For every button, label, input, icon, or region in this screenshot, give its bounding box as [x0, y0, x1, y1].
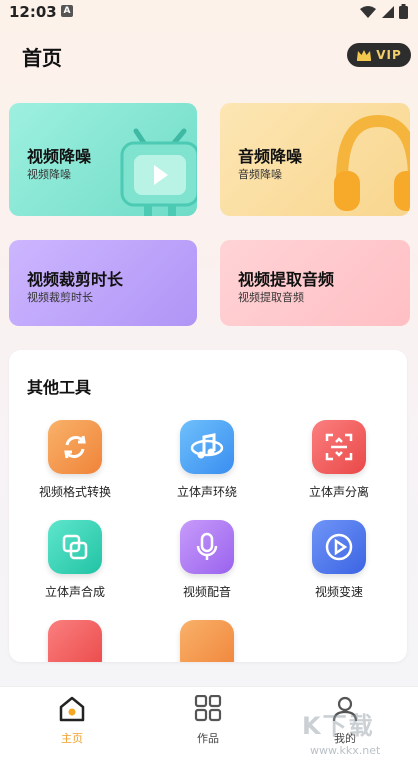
tv-icon — [120, 128, 197, 216]
video-trim-card[interactable]: 视频裁剪时长 视频裁剪时长 — [9, 240, 197, 326]
card-subtitle: 视频裁剪时长 — [27, 291, 93, 304]
watermark-url: www.kkx.net — [310, 744, 381, 757]
tool-partial-1[interactable] — [25, 620, 125, 662]
tool-label: 视频格式转换 — [38, 485, 111, 499]
music-surround-icon — [180, 420, 234, 474]
extract-audio-card[interactable]: 视频提取音频 视频提取音频 — [220, 240, 410, 326]
crown-icon — [357, 50, 372, 61]
tool-icon — [48, 620, 102, 662]
card-title: 音频降噪 — [238, 147, 303, 166]
tool-label: 立体声环绕 — [176, 485, 237, 499]
signal-icon — [382, 5, 394, 18]
card-title: 视频裁剪时长 — [27, 270, 124, 289]
merge-icon — [48, 520, 102, 574]
headphones-icon — [334, 114, 410, 211]
tool-partial-2[interactable] — [157, 620, 257, 662]
card-title: 视频提取音频 — [238, 270, 335, 289]
vip-label: VIP — [376, 48, 402, 62]
tool-stereo-merge[interactable]: 立体声合成 — [25, 520, 125, 600]
tool-stereo-separate[interactable]: 立体声分离 — [289, 420, 389, 500]
other-tools-panel: 其他工具 视频格式转换 立体声环绕 立体声分离 立体声合成 视频配音 视频变速 — [9, 350, 407, 662]
card-subtitle: 视频降噪 — [27, 168, 71, 181]
tool-video-dubbing[interactable]: 视频配音 — [157, 520, 257, 600]
tool-icon — [180, 620, 234, 662]
tab-label: 主页 — [61, 732, 83, 745]
grid-icon — [194, 694, 222, 722]
tool-video-format-convert[interactable]: 视频格式转换 — [25, 420, 125, 500]
section-heading: 其他工具 — [27, 378, 92, 397]
status-time: 12:03 — [9, 3, 57, 21]
tab-home[interactable]: 主页 — [32, 695, 112, 746]
tool-label: 视频变速 — [314, 585, 363, 599]
play-speed-icon — [312, 520, 366, 574]
home-icon — [59, 696, 85, 722]
tool-label: 立体声合成 — [44, 585, 105, 599]
battery-icon — [399, 4, 408, 19]
tool-label: 视频配音 — [182, 585, 231, 599]
tab-works[interactable]: 作品 — [168, 694, 248, 746]
video-denoise-card[interactable]: 视频降噪 视频降噪 — [9, 103, 197, 216]
audio-denoise-card[interactable]: 音频降噪 音频降噪 — [220, 103, 410, 216]
notification-badge-icon: A — [61, 5, 73, 17]
separate-icon — [312, 420, 366, 474]
convert-icon — [48, 420, 102, 474]
card-subtitle: 音频降噪 — [238, 168, 282, 181]
wifi-icon — [360, 5, 376, 18]
card-subtitle: 视频提取音频 — [238, 291, 304, 304]
tab-label: 作品 — [197, 732, 219, 745]
page-title: 首页 — [22, 46, 62, 70]
microphone-icon — [180, 520, 234, 574]
tool-video-speed[interactable]: 视频变速 — [289, 520, 389, 600]
watermark-logo: K下载 — [302, 712, 375, 740]
status-icons — [359, 4, 408, 19]
tool-stereo-surround[interactable]: 立体声环绕 — [157, 420, 257, 500]
tool-label: 立体声分离 — [308, 485, 369, 499]
status-bar: 12:03 A — [0, 0, 418, 26]
card-title: 视频降噪 — [27, 147, 92, 166]
vip-button[interactable]: VIP — [347, 43, 411, 67]
